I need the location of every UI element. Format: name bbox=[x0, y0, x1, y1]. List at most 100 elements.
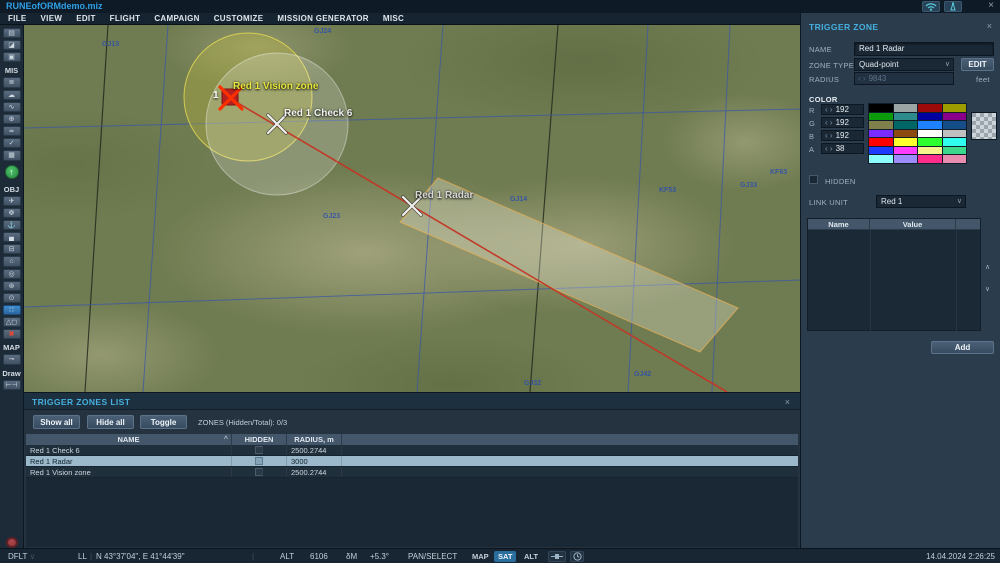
menu-edit[interactable]: EDIT bbox=[76, 14, 95, 23]
col-header-value[interactable]: Value bbox=[870, 219, 956, 229]
beacon-icon[interactable] bbox=[944, 1, 962, 12]
spinner-arrows-icon[interactable]: ‹ › bbox=[825, 118, 833, 127]
terrain-profile-icon[interactable]: ∿ bbox=[2, 101, 21, 112]
add-button[interactable]: Add bbox=[931, 341, 994, 354]
layer-toggle-alt[interactable]: ALT bbox=[520, 551, 542, 562]
bullseye-icon[interactable]: ⊕ bbox=[2, 113, 21, 125]
mission-goals-icon[interactable]: ▦ bbox=[2, 150, 21, 161]
palette-swatch[interactable] bbox=[893, 121, 917, 129]
palette-swatch[interactable] bbox=[918, 129, 942, 138]
hidden-checkbox[interactable] bbox=[255, 457, 263, 465]
close-icon[interactable]: × bbox=[987, 21, 992, 31]
save-mission-icon[interactable]: ▣ bbox=[2, 52, 21, 63]
col-header-hidden[interactable]: HIDDEN bbox=[232, 434, 287, 445]
table-row[interactable]: Red 1 Vision zone 2500.2744 bbox=[26, 467, 798, 478]
toggle-button[interactable]: Toggle bbox=[140, 415, 187, 429]
delete-icon[interactable]: ✖ bbox=[2, 329, 21, 340]
channel-spinner-b[interactable]: ‹ › 192 bbox=[821, 130, 864, 141]
new-mission-icon[interactable]: ▤ bbox=[2, 28, 21, 39]
layer-toggle-map[interactable]: MAP bbox=[468, 551, 493, 562]
table-row[interactable]: Red 1 Check 6 2500.2744 bbox=[26, 445, 798, 456]
palette-swatch[interactable] bbox=[918, 121, 942, 129]
weather-icon[interactable]: ☁ bbox=[2, 89, 21, 100]
draw-shapes-icon[interactable]: △◻ bbox=[2, 317, 21, 328]
hidden-checkbox[interactable] bbox=[809, 175, 818, 184]
channel-spinner-a[interactable]: ‹ › 38 bbox=[821, 143, 864, 154]
payload-icon[interactable]: ≖ bbox=[2, 126, 21, 137]
palette-swatch[interactable] bbox=[918, 155, 942, 163]
palette-swatch[interactable] bbox=[918, 112, 942, 121]
spinner-arrows-icon[interactable]: ‹ › bbox=[825, 105, 833, 114]
show-all-button[interactable]: Show all bbox=[33, 415, 80, 429]
palette-swatch[interactable] bbox=[869, 146, 893, 155]
menu-mission-generator[interactable]: MISSION GENERATOR bbox=[277, 14, 368, 23]
palette-swatch[interactable] bbox=[918, 146, 942, 155]
ruler-icon[interactable]: ⊢⊣ bbox=[2, 379, 21, 390]
vehicle-icon[interactable]: ▄ bbox=[2, 232, 21, 243]
template-icon[interactable]: ⊛ bbox=[2, 280, 21, 291]
wifi-icon[interactable] bbox=[922, 1, 940, 12]
palette-swatch[interactable] bbox=[942, 146, 966, 155]
coord-mode[interactable]: LL bbox=[78, 552, 87, 561]
briefing-icon[interactable]: ≣ bbox=[2, 77, 21, 88]
clock-icon[interactable] bbox=[570, 551, 584, 562]
measure-icon[interactable] bbox=[548, 551, 566, 562]
hidden-checkbox[interactable] bbox=[255, 468, 263, 476]
bullseye-2-icon[interactable]: ◎ bbox=[2, 268, 21, 279]
airplane-icon[interactable]: ✈ bbox=[2, 195, 21, 206]
palette-swatch[interactable] bbox=[942, 138, 966, 146]
channel-spinner-r[interactable]: ‹ › 192 bbox=[821, 104, 864, 115]
layer-toggle-sat[interactable]: SAT bbox=[494, 551, 517, 562]
col-header-name[interactable]: NAME ^ bbox=[26, 434, 232, 445]
zone-type-dropdown[interactable]: Quad-point ∨ bbox=[854, 58, 954, 71]
channel-spinner-g[interactable]: ‹ › 192 bbox=[821, 117, 864, 128]
table-row[interactable]: Red 1 Radar 3000 bbox=[26, 456, 798, 467]
spinner-arrows-icon[interactable]: ‹ › bbox=[825, 144, 833, 153]
map-canvas[interactable]: Red 1 Vision zone Red 1 Check 6 Red 1 Rada… bbox=[24, 25, 800, 392]
palette-swatch[interactable] bbox=[869, 104, 893, 112]
close-icon[interactable]: × bbox=[785, 397, 790, 407]
helicopter-icon[interactable]: ☸ bbox=[2, 207, 21, 218]
mission-check-icon[interactable]: ✓ bbox=[2, 138, 21, 149]
palette-swatch[interactable] bbox=[918, 138, 942, 146]
hide-all-button[interactable]: Hide all bbox=[87, 415, 134, 429]
train-icon[interactable]: ⊟ bbox=[2, 244, 21, 255]
palette-swatch[interactable] bbox=[869, 121, 893, 129]
palette-swatch[interactable] bbox=[869, 112, 893, 121]
palette-swatch[interactable] bbox=[942, 155, 966, 163]
hidden-checkbox[interactable] bbox=[255, 446, 263, 454]
palette-swatch[interactable] bbox=[942, 129, 966, 138]
zone-quad-radar[interactable] bbox=[399, 177, 739, 353]
close-icon[interactable]: × bbox=[988, 0, 994, 12]
edit-button[interactable]: EDIT bbox=[961, 58, 994, 71]
palette-swatch[interactable] bbox=[893, 138, 917, 146]
menu-misc[interactable]: MISC bbox=[383, 14, 404, 23]
scroll-up-icon[interactable]: ∧ bbox=[985, 263, 990, 271]
palette-swatch[interactable] bbox=[893, 155, 917, 163]
open-mission-icon[interactable]: ◪ bbox=[2, 40, 21, 51]
coord-preset-dropdown[interactable]: DFLT ∨ bbox=[8, 552, 35, 561]
zone-ellipse-icon[interactable]: ⊙ bbox=[2, 292, 21, 303]
palette-swatch[interactable] bbox=[869, 155, 893, 163]
menu-customize[interactable]: CUSTOMIZE bbox=[214, 14, 264, 23]
menu-file[interactable]: FILE bbox=[8, 14, 27, 23]
zone-name-input[interactable]: Red 1 Radar bbox=[854, 42, 994, 56]
fly-mission-button[interactable]: ↑ bbox=[4, 164, 19, 179]
ship-icon[interactable]: ⚓ bbox=[2, 219, 21, 231]
palette-swatch[interactable] bbox=[893, 112, 917, 121]
menu-campaign[interactable]: CAMPAIGN bbox=[154, 14, 199, 23]
link-unit-dropdown[interactable]: Red 1 ∨ bbox=[876, 195, 966, 208]
col-header-name[interactable]: Name bbox=[808, 219, 870, 229]
col-header-radius[interactable]: RADIUS, m bbox=[287, 434, 342, 445]
palette-swatch[interactable] bbox=[942, 112, 966, 121]
scroll-down-icon[interactable]: ∨ bbox=[985, 285, 990, 293]
map-key-icon[interactable]: ⊸ bbox=[2, 354, 21, 365]
palette-swatch[interactable] bbox=[893, 104, 917, 112]
palette-swatch[interactable] bbox=[893, 129, 917, 138]
menu-flight[interactable]: FLIGHT bbox=[110, 14, 141, 23]
palette-swatch[interactable] bbox=[869, 129, 893, 138]
trigger-zone-icon[interactable]: ∷ bbox=[2, 304, 21, 316]
palette-swatch[interactable] bbox=[893, 146, 917, 155]
palette-swatch[interactable] bbox=[869, 138, 893, 146]
palette-swatch[interactable] bbox=[942, 104, 966, 112]
